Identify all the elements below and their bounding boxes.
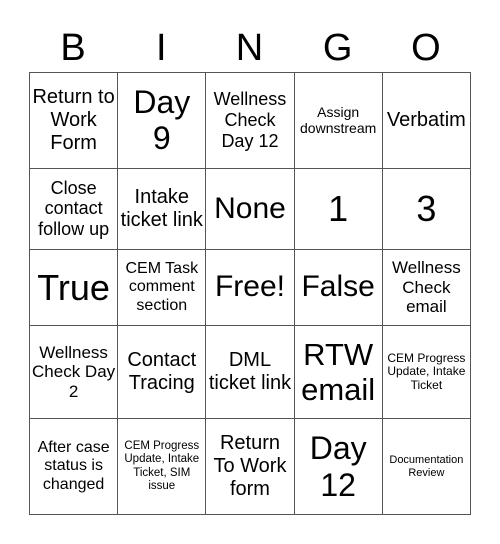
header-letter-o: O: [411, 27, 441, 69]
header-letter-b: B: [60, 27, 86, 69]
bingo-cell[interactable]: Free!: [205, 248, 295, 327]
bingo-cell[interactable]: RTW email: [293, 325, 383, 420]
header-letter-i: I: [156, 27, 167, 69]
bingo-cell[interactable]: Close contact follow up: [28, 167, 119, 250]
bingo-cell[interactable]: Intake ticket link: [117, 167, 207, 250]
bingo-cell[interactable]: 3: [381, 167, 472, 250]
bingo-cell[interactable]: Wellness Check email: [381, 248, 472, 327]
bingo-cell[interactable]: CEM Progress Update, Intake Ticket: [381, 325, 472, 420]
bingo-cell[interactable]: Verbatim: [381, 72, 472, 169]
bingo-cell[interactable]: Wellness Check Day 2: [28, 325, 119, 420]
bingo-cell[interactable]: Documentation Review: [381, 418, 472, 515]
bingo-cell[interactable]: Day 9: [117, 72, 207, 169]
bingo-cell[interactable]: Return To Work form: [205, 418, 295, 515]
bingo-cell[interactable]: CEM Task comment section: [117, 248, 207, 327]
bingo-cell[interactable]: DML ticket link: [205, 325, 295, 420]
bingo-cell[interactable]: Day 12: [293, 418, 383, 515]
grid-row: Wellness Check Day 2 Contact Tracing DML t…: [28, 325, 472, 420]
bingo-cell[interactable]: Return to Work Form: [28, 72, 119, 169]
bingo-cell[interactable]: After case status is changed: [28, 418, 119, 515]
grid-row: After case status is changed CEM Progress…: [28, 418, 472, 515]
bingo-cell[interactable]: 1: [293, 167, 383, 250]
bingo-cell[interactable]: CEM Progress Update, Intake Ticket, SIM …: [117, 418, 207, 515]
bingo-grid: Return to Work Form Day 9 Wellness Check D…: [28, 72, 472, 515]
bingo-cell[interactable]: Contact Tracing: [117, 325, 207, 420]
bingo-cell[interactable]: None: [205, 167, 295, 250]
bingo-cell[interactable]: Wellness Check Day 12: [205, 72, 295, 169]
bingo-cell[interactable]: True: [28, 248, 119, 327]
header-letter-g: G: [322, 27, 353, 69]
header-letter-n: N: [235, 27, 264, 69]
bingo-cell[interactable]: False: [293, 248, 383, 327]
grid-row: Return to Work Form Day 9 Wellness Check D…: [28, 72, 472, 169]
bingo-header: B I N G O: [29, 24, 470, 72]
grid-row: Close contact follow up Intake ticket lin…: [28, 167, 472, 250]
grid-row: True CEM Task comment section Free! False We…: [28, 248, 472, 327]
bingo-cell[interactable]: Assign downstream: [293, 72, 383, 169]
